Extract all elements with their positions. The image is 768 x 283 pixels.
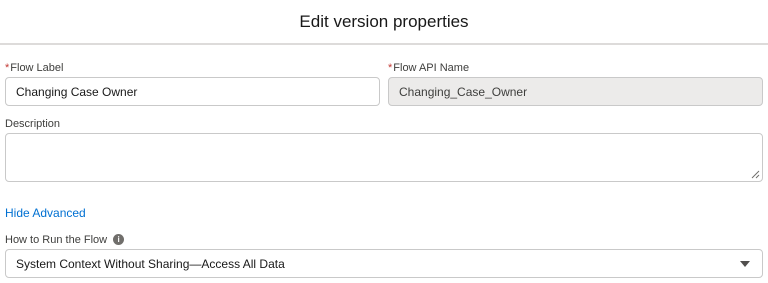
run-mode-selected-value: System Context Without Sharing—Access Al… [16,256,285,271]
flow-api-name-field: *Flow API Name Changing_Case_Owner [388,62,763,106]
run-mode-label-row: How to Run the Flow i [5,233,763,247]
resize-grip-icon[interactable] [751,170,760,179]
flow-label-value: Changing Case Owner [16,84,138,99]
chevron-down-icon [740,260,750,267]
modal-title: Edit version properties [299,11,469,31]
hide-advanced-link[interactable]: Hide Advanced [5,206,86,220]
flow-api-name-label: *Flow API Name [388,62,470,74]
required-mark: * [5,62,10,74]
required-mark: * [388,62,393,74]
info-icon[interactable]: i [113,233,125,245]
modal-header: Edit version properties [0,0,768,45]
description-label: Description [5,118,61,130]
run-mode-label: How to Run the Flow [5,234,108,246]
run-mode-select[interactable]: System Context Without Sharing—Access Al… [5,249,763,278]
description-field: Description [5,118,763,182]
flow-label-input[interactable]: Changing Case Owner [5,77,380,106]
flow-api-name-value: Changing_Case_Owner [399,84,528,99]
label-row: *Flow Label Changing Case Owner *Flow AP… [5,62,763,106]
flow-label-field: *Flow Label Changing Case Owner [5,62,380,106]
description-textarea[interactable] [5,133,763,182]
advanced-toggle-row: Hide Advanced [5,206,763,220]
flow-label-label: *Flow Label [5,62,64,74]
flow-api-name-input[interactable]: Changing_Case_Owner [388,77,763,106]
edit-version-properties-modal: Edit version properties *Flow Label Chan… [0,0,768,283]
run-mode-field: How to Run the Flow i System Context With… [5,233,763,278]
